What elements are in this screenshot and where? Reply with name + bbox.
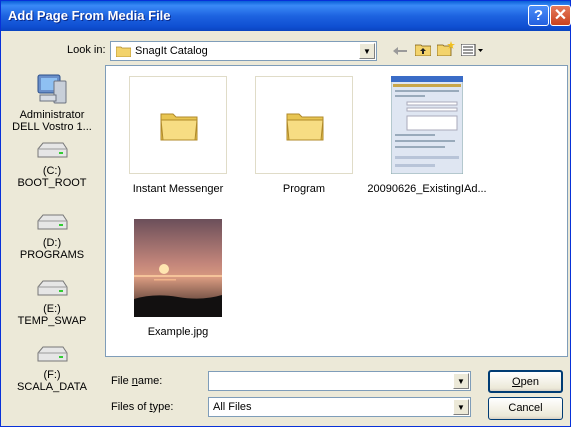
files-of-type-value: All Files [213,401,252,413]
place-drive-f[interactable]: (F:) SCALA_DATA [7,345,97,393]
file-name-label: File name: [111,375,163,387]
place-label: (C:) [42,165,62,177]
file-name: 20090626_ExistingIAd... [367,183,487,195]
close-button[interactable]: ✕ [550,5,571,26]
folder-icon [160,113,198,141]
drive-icon [37,214,68,230]
folder-icon [116,46,131,57]
file-name-input[interactable]: ▼ [208,371,471,391]
help-button[interactable]: ? [528,5,549,26]
file-item-screenshot[interactable]: 20090626_ExistingIAd... [367,76,487,195]
folder-thumbnail [129,76,227,174]
up-folder-icon[interactable] [412,41,434,61]
file-list[interactable]: Instant Messenger Program 20090626_Exist… [105,65,568,357]
cancel-button[interactable]: Cancel [488,397,563,420]
look-in-dropdown[interactable]: SnagIt Catalog ▼ [110,41,377,61]
file-name: Program [282,183,326,195]
place-drive-d[interactable]: (D:) PROGRAMS [7,213,97,261]
place-label: (F:) [43,369,61,381]
computer-icon [37,74,67,104]
new-folder-icon[interactable] [435,41,457,61]
drive-icon [37,280,68,296]
dialog-title: Add Page From Media File [8,8,171,23]
title-bar[interactable]: Add Page From Media File ? ✕ [1,1,571,31]
places-bar: Administrator DELL Vostro 1... (C:) BOOT… [7,65,97,420]
place-label: TEMP_SWAP [17,315,87,327]
place-label: (D:) [42,237,62,249]
file-item-instant-messenger[interactable]: Instant Messenger [118,76,238,195]
place-label: DELL Vostro 1... [12,121,92,133]
look-in-label: Look in: [67,44,106,56]
chevron-down-icon[interactable]: ▼ [453,399,469,415]
sunset-photo-image [134,219,222,317]
screenshot-image [391,76,463,174]
file-name: Instant Messenger [132,183,224,195]
place-drive-c[interactable]: (C:) BOOT_ROOT [7,141,97,189]
drive-icon [37,142,68,158]
files-of-type-label: Files of type: [111,401,174,413]
place-label: (E:) [43,303,61,315]
place-label: PROGRAMS [19,249,85,261]
place-computer[interactable]: Administrator DELL Vostro 1... [7,73,97,133]
file-name: Example.jpg [147,326,209,338]
back-arrow-icon[interactable] [389,41,411,61]
drive-icon [37,346,68,362]
place-label: BOOT_ROOT [17,177,87,189]
chevron-down-icon[interactable]: ▼ [453,373,469,389]
file-item-program[interactable]: Program [244,76,364,195]
open-button[interactable]: Open [488,370,563,393]
files-of-type-dropdown[interactable]: All Files ▼ [208,397,471,417]
folder-icon [286,113,324,141]
screenshot-thumbnail [378,76,476,174]
look-in-value: SnagIt Catalog [135,45,208,57]
folder-thumbnail [255,76,353,174]
place-label: Administrator [19,109,85,121]
chevron-down-icon[interactable]: ▼ [359,43,375,59]
photo-thumbnail [129,219,227,317]
add-page-dialog: Add Page From Media File ? ✕ Look in: Sn… [0,0,571,427]
place-label: SCALA_DATA [17,381,87,393]
place-drive-e[interactable]: (E:) TEMP_SWAP [7,279,97,327]
views-menu-icon[interactable] [459,41,487,61]
file-item-example-jpg[interactable]: Example.jpg [118,219,238,338]
